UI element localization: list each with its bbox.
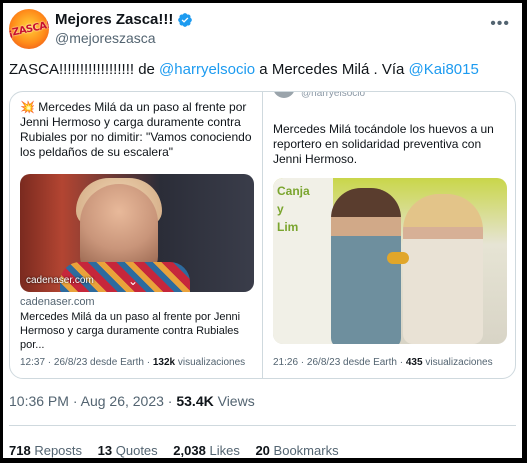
tweet-frame: ¡ZASCA! Mejores Zasca!!! @mejoreszasca •… [3, 3, 522, 458]
engagement-stats: 718 Reposts 13 Quotes 2,038 Likes 20 Boo… [9, 443, 339, 458]
mention-link[interactable]: @Kai8015 [409, 61, 479, 78]
tweet-header: ¡ZASCA! Mejores Zasca!!! @mejoreszasca •… [9, 7, 516, 53]
timestamp-date[interactable]: Aug 26, 2023 [81, 393, 164, 409]
more-options-icon[interactable]: ••• [490, 15, 510, 33]
quoted-tweet-image[interactable]: cadenaser.com ⌄ [20, 174, 254, 292]
tweet-text-prefix: ZASCA!!!!!!!!!!!!!!!!!! de [9, 61, 160, 78]
stat-count: 20 [255, 443, 270, 458]
quoted-avatar [273, 92, 295, 98]
verified-badge-icon [178, 12, 193, 27]
image-woman [403, 194, 483, 344]
stat-count: 2,038 [173, 443, 206, 458]
banner-text: y [277, 202, 284, 216]
microphone-icon [387, 252, 409, 264]
views-count: 53.4K [176, 393, 214, 409]
quoted-handle: @harryelsocio [301, 91, 366, 99]
quoted-tweet-1[interactable]: 💥 Mercedes Milá da un paso al frente por… [10, 92, 262, 378]
quoted-tweet-text: 💥 Mercedes Milá da un paso al frente por… [20, 100, 252, 159]
avatar-text: ¡ZASCA! [9, 19, 49, 39]
avatar[interactable]: ¡ZASCA! [9, 9, 49, 49]
display-name-row[interactable]: Mejores Zasca!!! [55, 11, 193, 28]
meta-time: 21:26 · 26/8/23 desde Earth · [273, 357, 406, 368]
stat-count: 718 [9, 443, 31, 458]
mention-link[interactable]: @harryelsocio [159, 61, 255, 78]
chevron-down-icon: ⌄ [128, 274, 139, 288]
timestamp-dot: · [163, 393, 177, 409]
stat-likes[interactable]: 2,038 Likes [173, 443, 240, 458]
stat-label: Reposts [34, 443, 83, 458]
link-preview[interactable]: cadenaser.com Mercedes Milá da un paso a… [20, 292, 252, 351]
tweet-text: ZASCA!!!!!!!!!!!!!!!!!! de @harryelsocio… [9, 61, 479, 78]
stat-quotes[interactable]: 13 Quotes [98, 443, 158, 458]
stat-reposts[interactable]: 718 Reposts [9, 443, 82, 458]
image-caption: cadenaser.com [26, 275, 94, 286]
tweet-text-middle: a Mercedes Milá . Vía [255, 61, 409, 78]
timestamp-sep: · [68, 393, 81, 409]
timestamp-time[interactable]: 10:36 PM [9, 393, 69, 409]
quoted-tweet-image[interactable]: Canja y Lim [273, 178, 507, 344]
divider [9, 425, 516, 426]
quoted-tweet-meta: 12:37 · 26/8/23 desde Earth · 132k visua… [20, 357, 245, 368]
display-name[interactable]: Mejores Zasca!!! [55, 11, 173, 28]
image-banner: Canja y Lim [273, 178, 333, 344]
meta-time: 12:37 · 26/8/23 desde Earth · [20, 357, 153, 368]
stat-label: Bookmarks [273, 443, 339, 458]
quoted-tweet-meta: 21:26 · 26/8/23 desde Earth · 435 visual… [273, 357, 493, 368]
image-man [331, 188, 401, 344]
banner-text: Lim [277, 220, 299, 234]
meta-views-count: 132k [152, 357, 176, 368]
author-handle[interactable]: @mejoreszasca [55, 30, 193, 46]
stat-label: Likes [209, 443, 240, 458]
stat-label: Quotes [115, 443, 158, 458]
stat-bookmarks[interactable]: 20 Bookmarks [255, 443, 338, 458]
stat-count: 13 [97, 443, 113, 458]
meta-views-label: visualizaciones [422, 357, 493, 368]
quoted-tweet-2[interactable]: @harryelsocio Mercedes Milá tocándole lo… [262, 92, 515, 378]
views-label: Views [213, 393, 255, 409]
link-domain: cadenaser.com [20, 296, 95, 308]
meta-views-label: visualizaciones [175, 357, 246, 368]
meta-views-count: 435 [405, 357, 423, 368]
banner-text: Canja [277, 184, 310, 198]
author-names[interactable]: Mejores Zasca!!! @mejoreszasca [55, 11, 193, 46]
quoted-cards: 💥 Mercedes Milá da un paso al frente por… [9, 91, 516, 379]
quoted-tweet-text: Mercedes Milá tocándole los huevos a un … [273, 122, 494, 166]
tweet-timestamp: 10:36 PM · Aug 26, 2023 · 53.4K Views [9, 393, 255, 409]
link-title: Mercedes Milá da un paso al frente por J… [20, 311, 241, 351]
